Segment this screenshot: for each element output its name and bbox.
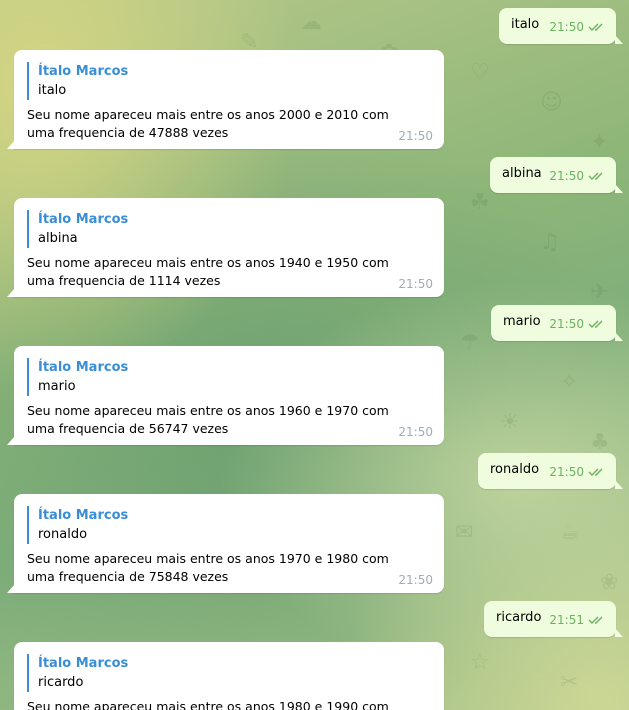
incoming-message[interactable]: Ítalo Marcos albina Seu nome apareceu ma… <box>7 198 444 297</box>
message-text: ricardo <box>496 610 542 625</box>
reply-sender-name: Ítalo Marcos <box>38 656 129 671</box>
message-time: 21:50 <box>398 129 433 143</box>
message-text: ronaldo <box>490 462 540 477</box>
reply-quote[interactable]: Ítalo Marcos albina <box>27 210 128 248</box>
message-text: Seu nome apareceu mais entre os anos 200… <box>27 107 389 140</box>
reply-sender-name: Ítalo Marcos <box>38 212 129 227</box>
incoming-message[interactable]: Ítalo Marcos ricardo Seu nome apareceu m… <box>14 642 444 710</box>
double-check-icon <box>588 23 603 31</box>
message-time: 21:50 <box>398 425 433 439</box>
incoming-message[interactable]: Ítalo Marcos mario Seu nome apareceu mai… <box>7 346 444 445</box>
reply-quoted-text: mario <box>38 379 76 394</box>
message-text: italo <box>511 17 540 32</box>
reply-quoted-text: albina <box>38 231 78 246</box>
message-text: Seu nome apareceu mais entre os anos 196… <box>27 403 389 436</box>
reply-quote[interactable]: Ítalo Marcos italo <box>27 62 128 100</box>
message-time: 21:50 <box>549 465 584 479</box>
message-time: 21:50 <box>398 277 433 291</box>
outgoing-message[interactable]: ronaldo 21:50 <box>478 453 623 489</box>
message-text: mario <box>503 314 541 329</box>
message-time: 21:50 <box>549 20 584 34</box>
message-text: Seu nome apareceu mais entre os anos 194… <box>27 255 389 288</box>
reply-quote[interactable]: Ítalo Marcos ricardo <box>27 654 128 692</box>
incoming-message[interactable]: Ítalo Marcos italo Seu nome apareceu mai… <box>7 50 444 149</box>
reply-quoted-text: ronaldo <box>38 527 88 542</box>
reply-quote[interactable]: Ítalo Marcos ronaldo <box>27 506 128 544</box>
double-check-icon <box>588 468 603 476</box>
reply-quote[interactable]: Ítalo Marcos mario <box>27 358 128 396</box>
double-check-icon <box>588 320 603 328</box>
message-time: 21:50 <box>549 317 584 331</box>
message-text: Seu nome apareceu mais entre os anos 198… <box>27 699 389 710</box>
reply-sender-name: Ítalo Marcos <box>38 360 129 375</box>
double-check-icon <box>588 616 603 624</box>
message-text: albina <box>502 166 542 181</box>
reply-sender-name: Ítalo Marcos <box>38 508 129 523</box>
message-time: 21:50 <box>398 573 433 587</box>
outgoing-message[interactable]: albina 21:50 <box>490 157 623 193</box>
outgoing-message[interactable]: ricardo 21:51 <box>484 601 623 637</box>
reply-sender-name: Ítalo Marcos <box>38 64 129 79</box>
message-time: 21:50 <box>549 169 584 183</box>
message-text: Seu nome apareceu mais entre os anos 197… <box>27 551 389 584</box>
message-time: 21:51 <box>549 613 584 627</box>
reply-quoted-text: ricardo <box>38 675 84 690</box>
outgoing-message[interactable]: italo 21:50 <box>499 8 623 44</box>
double-check-icon <box>588 172 603 180</box>
reply-quoted-text: italo <box>38 83 67 98</box>
outgoing-message[interactable]: mario 21:50 <box>491 305 623 341</box>
incoming-message[interactable]: Ítalo Marcos ronaldo Seu nome apareceu m… <box>7 494 444 593</box>
